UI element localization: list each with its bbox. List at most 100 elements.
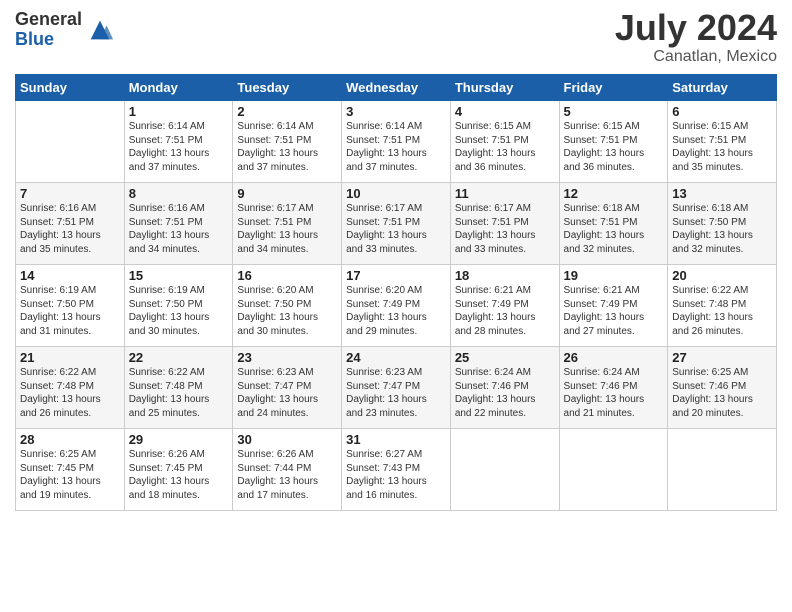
- day-info: Sunrise: 6:16 AM Sunset: 7:51 PM Dayligh…: [20, 202, 120, 256]
- day-number: 29: [129, 432, 229, 447]
- day-info: Sunrise: 6:23 AM Sunset: 7:47 PM Dayligh…: [346, 366, 446, 420]
- day-info: Sunrise: 6:26 AM Sunset: 7:45 PM Dayligh…: [129, 448, 229, 502]
- day-number: 24: [346, 350, 446, 365]
- logo-text: General Blue: [15, 10, 82, 50]
- logo: General Blue: [15, 10, 114, 50]
- table-row: 21Sunrise: 6:22 AM Sunset: 7:48 PM Dayli…: [16, 347, 125, 429]
- day-info: Sunrise: 6:22 AM Sunset: 7:48 PM Dayligh…: [129, 366, 229, 420]
- header-monday: Monday: [124, 75, 233, 101]
- calendar-week-row: 7Sunrise: 6:16 AM Sunset: 7:51 PM Daylig…: [16, 183, 777, 265]
- table-row: 10Sunrise: 6:17 AM Sunset: 7:51 PM Dayli…: [342, 183, 451, 265]
- day-number: 12: [564, 186, 664, 201]
- day-number: 5: [564, 104, 664, 119]
- day-number: 3: [346, 104, 446, 119]
- day-info: Sunrise: 6:22 AM Sunset: 7:48 PM Dayligh…: [672, 284, 772, 338]
- header-wednesday: Wednesday: [342, 75, 451, 101]
- day-info: Sunrise: 6:15 AM Sunset: 7:51 PM Dayligh…: [455, 120, 555, 174]
- day-info: Sunrise: 6:14 AM Sunset: 7:51 PM Dayligh…: [346, 120, 446, 174]
- header-friday: Friday: [559, 75, 668, 101]
- table-row: 15Sunrise: 6:19 AM Sunset: 7:50 PM Dayli…: [124, 265, 233, 347]
- table-row: 29Sunrise: 6:26 AM Sunset: 7:45 PM Dayli…: [124, 429, 233, 511]
- day-info: Sunrise: 6:24 AM Sunset: 7:46 PM Dayligh…: [564, 366, 664, 420]
- table-row: [450, 429, 559, 511]
- day-number: 9: [237, 186, 337, 201]
- day-info: Sunrise: 6:22 AM Sunset: 7:48 PM Dayligh…: [20, 366, 120, 420]
- day-number: 28: [20, 432, 120, 447]
- calendar-week-row: 1Sunrise: 6:14 AM Sunset: 7:51 PM Daylig…: [16, 101, 777, 183]
- table-row: 4Sunrise: 6:15 AM Sunset: 7:51 PM Daylig…: [450, 101, 559, 183]
- page-header: General Blue July 2024 Canatlan, Mexico: [15, 10, 777, 66]
- calendar-header-row: Sunday Monday Tuesday Wednesday Thursday…: [16, 75, 777, 101]
- day-number: 4: [455, 104, 555, 119]
- day-number: 14: [20, 268, 120, 283]
- day-number: 11: [455, 186, 555, 201]
- table-row: 2Sunrise: 6:14 AM Sunset: 7:51 PM Daylig…: [233, 101, 342, 183]
- table-row: 26Sunrise: 6:24 AM Sunset: 7:46 PM Dayli…: [559, 347, 668, 429]
- day-info: Sunrise: 6:15 AM Sunset: 7:51 PM Dayligh…: [564, 120, 664, 174]
- day-number: 13: [672, 186, 772, 201]
- day-info: Sunrise: 6:20 AM Sunset: 7:50 PM Dayligh…: [237, 284, 337, 338]
- table-row: 1Sunrise: 6:14 AM Sunset: 7:51 PM Daylig…: [124, 101, 233, 183]
- table-row: 20Sunrise: 6:22 AM Sunset: 7:48 PM Dayli…: [668, 265, 777, 347]
- day-number: 27: [672, 350, 772, 365]
- day-info: Sunrise: 6:18 AM Sunset: 7:50 PM Dayligh…: [672, 202, 772, 256]
- day-info: Sunrise: 6:19 AM Sunset: 7:50 PM Dayligh…: [129, 284, 229, 338]
- table-row: 23Sunrise: 6:23 AM Sunset: 7:47 PM Dayli…: [233, 347, 342, 429]
- table-row: 9Sunrise: 6:17 AM Sunset: 7:51 PM Daylig…: [233, 183, 342, 265]
- day-number: 25: [455, 350, 555, 365]
- day-info: Sunrise: 6:25 AM Sunset: 7:46 PM Dayligh…: [672, 366, 772, 420]
- header-tuesday: Tuesday: [233, 75, 342, 101]
- day-number: 21: [20, 350, 120, 365]
- day-number: 17: [346, 268, 446, 283]
- day-info: Sunrise: 6:14 AM Sunset: 7:51 PM Dayligh…: [237, 120, 337, 174]
- table-row: 16Sunrise: 6:20 AM Sunset: 7:50 PM Dayli…: [233, 265, 342, 347]
- day-info: Sunrise: 6:15 AM Sunset: 7:51 PM Dayligh…: [672, 120, 772, 174]
- day-info: Sunrise: 6:17 AM Sunset: 7:51 PM Dayligh…: [455, 202, 555, 256]
- day-number: 6: [672, 104, 772, 119]
- day-info: Sunrise: 6:24 AM Sunset: 7:46 PM Dayligh…: [455, 366, 555, 420]
- day-number: 15: [129, 268, 229, 283]
- day-info: Sunrise: 6:20 AM Sunset: 7:49 PM Dayligh…: [346, 284, 446, 338]
- table-row: [668, 429, 777, 511]
- table-row: 18Sunrise: 6:21 AM Sunset: 7:49 PM Dayli…: [450, 265, 559, 347]
- table-row: 14Sunrise: 6:19 AM Sunset: 7:50 PM Dayli…: [16, 265, 125, 347]
- day-number: 8: [129, 186, 229, 201]
- logo-general: General: [15, 10, 82, 30]
- table-row: 6Sunrise: 6:15 AM Sunset: 7:51 PM Daylig…: [668, 101, 777, 183]
- table-row: 30Sunrise: 6:26 AM Sunset: 7:44 PM Dayli…: [233, 429, 342, 511]
- location: Canatlan, Mexico: [615, 48, 777, 66]
- day-number: 7: [20, 186, 120, 201]
- calendar-week-row: 28Sunrise: 6:25 AM Sunset: 7:45 PM Dayli…: [16, 429, 777, 511]
- calendar-table: Sunday Monday Tuesday Wednesday Thursday…: [15, 74, 777, 511]
- day-number: 1: [129, 104, 229, 119]
- table-row: 11Sunrise: 6:17 AM Sunset: 7:51 PM Dayli…: [450, 183, 559, 265]
- calendar-week-row: 14Sunrise: 6:19 AM Sunset: 7:50 PM Dayli…: [16, 265, 777, 347]
- day-info: Sunrise: 6:19 AM Sunset: 7:50 PM Dayligh…: [20, 284, 120, 338]
- logo-blue: Blue: [15, 30, 82, 50]
- table-row: 31Sunrise: 6:27 AM Sunset: 7:43 PM Dayli…: [342, 429, 451, 511]
- day-info: Sunrise: 6:16 AM Sunset: 7:51 PM Dayligh…: [129, 202, 229, 256]
- table-row: 28Sunrise: 6:25 AM Sunset: 7:45 PM Dayli…: [16, 429, 125, 511]
- table-row: 7Sunrise: 6:16 AM Sunset: 7:51 PM Daylig…: [16, 183, 125, 265]
- day-info: Sunrise: 6:18 AM Sunset: 7:51 PM Dayligh…: [564, 202, 664, 256]
- day-info: Sunrise: 6:26 AM Sunset: 7:44 PM Dayligh…: [237, 448, 337, 502]
- day-info: Sunrise: 6:17 AM Sunset: 7:51 PM Dayligh…: [237, 202, 337, 256]
- table-row: 22Sunrise: 6:22 AM Sunset: 7:48 PM Dayli…: [124, 347, 233, 429]
- table-row: 19Sunrise: 6:21 AM Sunset: 7:49 PM Dayli…: [559, 265, 668, 347]
- header-sunday: Sunday: [16, 75, 125, 101]
- table-row: 5Sunrise: 6:15 AM Sunset: 7:51 PM Daylig…: [559, 101, 668, 183]
- page-container: General Blue July 2024 Canatlan, Mexico …: [0, 0, 792, 521]
- day-number: 20: [672, 268, 772, 283]
- day-info: Sunrise: 6:27 AM Sunset: 7:43 PM Dayligh…: [346, 448, 446, 502]
- day-info: Sunrise: 6:17 AM Sunset: 7:51 PM Dayligh…: [346, 202, 446, 256]
- table-row: 25Sunrise: 6:24 AM Sunset: 7:46 PM Dayli…: [450, 347, 559, 429]
- day-number: 10: [346, 186, 446, 201]
- day-info: Sunrise: 6:21 AM Sunset: 7:49 PM Dayligh…: [455, 284, 555, 338]
- calendar-week-row: 21Sunrise: 6:22 AM Sunset: 7:48 PM Dayli…: [16, 347, 777, 429]
- table-row: 3Sunrise: 6:14 AM Sunset: 7:51 PM Daylig…: [342, 101, 451, 183]
- header-saturday: Saturday: [668, 75, 777, 101]
- title-section: July 2024 Canatlan, Mexico: [615, 10, 777, 66]
- table-row: 17Sunrise: 6:20 AM Sunset: 7:49 PM Dayli…: [342, 265, 451, 347]
- table-row: 8Sunrise: 6:16 AM Sunset: 7:51 PM Daylig…: [124, 183, 233, 265]
- day-info: Sunrise: 6:14 AM Sunset: 7:51 PM Dayligh…: [129, 120, 229, 174]
